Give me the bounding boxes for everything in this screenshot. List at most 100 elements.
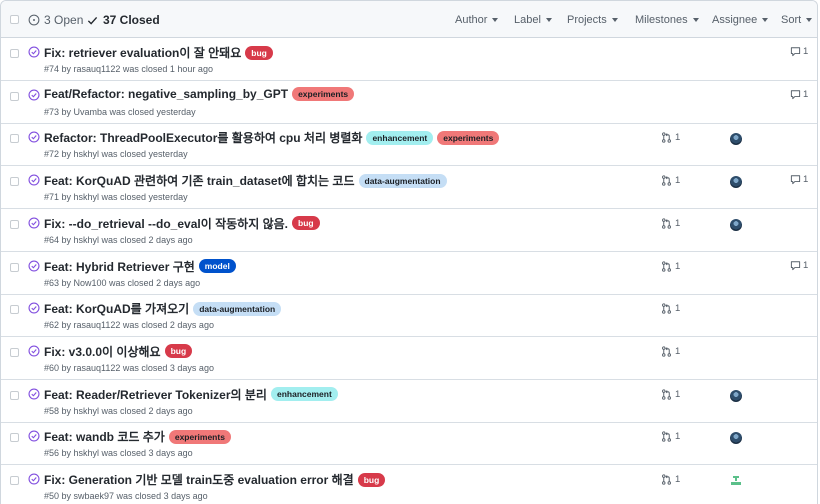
issue-row[interactable]: Feat: wandb 코드 추가 experiments #56 by hskhy… xyxy=(1,422,817,466)
chevron-down-icon xyxy=(762,18,769,22)
issue-label-enhancement[interactable]: enhancement xyxy=(366,130,434,145)
closed-issue-icon xyxy=(28,430,40,442)
issue-label-enhancement[interactable]: enhancement xyxy=(270,387,338,402)
issue-row[interactable]: Feat: Reader/Retriever Tokenizer의 분리 enha… xyxy=(1,380,817,423)
issue-label-bug[interactable]: bug xyxy=(164,344,193,359)
linked-pr[interactable]: 1 xyxy=(661,132,680,143)
pull-request-icon xyxy=(662,431,671,442)
issue-checkbox[interactable] xyxy=(10,49,19,58)
open-issue-icon xyxy=(28,14,40,26)
linked-pr[interactable]: 1 xyxy=(661,175,680,186)
issue-meta: #71 by hskhyl was closed yesterday xyxy=(44,192,188,203)
issues-list-header: 3 Open 37 Closed Author Label Projects M… xyxy=(1,1,817,38)
issue-title[interactable]: Feat/Refactor: negative_sampling_by_GPT xyxy=(44,87,288,101)
assignee-avatar[interactable] xyxy=(730,218,742,231)
comments-link[interactable]: 1 xyxy=(790,89,808,100)
issue-label-bug[interactable]: bug xyxy=(245,45,273,60)
filter-author[interactable]: Author xyxy=(455,14,499,26)
select-all-checkbox[interactable] xyxy=(10,15,19,24)
issue-title-line: Feat: KorQuAD 관련하여 기존 train_dataset에 합치는… xyxy=(44,172,447,189)
issue-checkbox[interactable] xyxy=(10,305,19,315)
filter-assignee[interactable]: Assignee xyxy=(712,14,769,26)
linked-pr-count: 1 xyxy=(675,260,681,272)
issue-row[interactable]: Feat: KorQuAD 관련하여 기존 train_dataset에 합치는… xyxy=(1,166,817,210)
issue-checkbox[interactable] xyxy=(10,219,19,229)
comments-link[interactable]: 1 xyxy=(790,46,808,57)
issue-checkbox[interactable] xyxy=(10,177,19,187)
linked-pr-count: 1 xyxy=(675,217,681,229)
linked-pr[interactable]: 1 xyxy=(661,218,680,229)
issue-label-data-augmentation[interactable]: data-augmentation xyxy=(193,301,282,316)
linked-pr-count: 1 xyxy=(675,431,681,443)
issue-title[interactable]: Fix: v3.0.0이 이상해요 xyxy=(44,343,161,360)
issue-row[interactable]: Feat/Refactor: negative_sampling_by_GPT e… xyxy=(1,81,817,124)
linked-pr[interactable]: 1 xyxy=(661,389,680,400)
closed-issue-icon xyxy=(28,345,40,357)
issue-checkbox[interactable] xyxy=(10,262,19,272)
assignee-avatar[interactable] xyxy=(730,389,742,402)
issue-checkbox[interactable] xyxy=(10,91,19,101)
assignee-avatar[interactable] xyxy=(730,475,742,487)
issue-row[interactable]: Feat: Hybrid Retriever 구현 model #63 by Now… xyxy=(1,252,817,295)
issue-row[interactable]: Fix: v3.0.0이 이상해요 bug #60 by rasauq1122 wa… xyxy=(1,337,817,380)
issue-checkbox[interactable] xyxy=(10,433,19,443)
issue-checkbox[interactable] xyxy=(10,347,19,357)
linked-pr[interactable]: 1 xyxy=(661,431,680,442)
open-issues-tab[interactable]: 3 Open xyxy=(28,13,83,27)
issue-checkbox[interactable] xyxy=(10,134,19,144)
issue-row[interactable]: Fix: Generation 기반 모델 train도중 evaluation… xyxy=(1,465,817,504)
assignee-avatar[interactable] xyxy=(730,133,742,146)
chevron-down-icon xyxy=(492,18,499,22)
issue-title[interactable]: Fix: retriever evaluation이 잘 안돼요 xyxy=(44,44,241,61)
issue-row[interactable]: Fix: retriever evaluation이 잘 안돼요 bug #74 b… xyxy=(1,38,817,81)
pull-request-icon xyxy=(662,175,671,186)
chevron-down-icon xyxy=(545,18,552,22)
linked-pr[interactable]: 1 xyxy=(661,261,680,272)
filter-sort-label: Sort xyxy=(781,14,802,26)
issue-label-bug[interactable]: bug xyxy=(357,472,386,487)
comment-count: 1 xyxy=(803,46,809,57)
filter-label[interactable]: Label xyxy=(514,14,552,26)
issue-label-experiments[interactable]: experiments xyxy=(292,86,355,101)
issue-checkbox[interactable] xyxy=(10,476,19,485)
issue-title[interactable]: Refactor: ThreadPoolExecutor를 활용하여 cpu 처… xyxy=(44,129,362,146)
issue-label-model[interactable]: model xyxy=(198,259,236,273)
issue-label-experiments[interactable]: experiments xyxy=(437,130,500,145)
filter-milestones[interactable]: Milestones xyxy=(635,14,699,26)
assignee-avatar[interactable] xyxy=(730,176,742,189)
filter-projects[interactable]: Projects xyxy=(567,14,618,26)
issue-checkbox[interactable] xyxy=(10,390,19,400)
issue-title-line: Fix: retriever evaluation이 잘 안돼요 bug xyxy=(44,44,273,61)
linked-pr[interactable]: 1 xyxy=(661,474,680,485)
assignee-avatar[interactable] xyxy=(730,432,742,445)
issue-row[interactable]: Feat: KorQuAD를 가져오기 data-augmentation #62 … xyxy=(1,294,817,338)
comments-link[interactable]: 1 xyxy=(790,174,808,185)
issue-title[interactable]: Feat: Hybrid Retriever 구현 xyxy=(44,258,195,275)
issue-title-line: Feat: wandb 코드 추가 experiments xyxy=(44,428,231,445)
chevron-down-icon xyxy=(692,18,699,22)
issue-title[interactable]: Feat: wandb 코드 추가 xyxy=(44,428,165,445)
issue-row[interactable]: Fix: --do_retrieval --do_eval이 작동하지 않음. b… xyxy=(1,209,817,252)
issue-label-bug[interactable]: bug xyxy=(292,216,320,231)
issue-label-data-augmentation[interactable]: data-augmentation xyxy=(358,173,447,188)
closed-issue-icon xyxy=(28,131,40,143)
issue-title[interactable]: Fix: Generation 기반 모델 train도중 evaluation… xyxy=(44,471,354,488)
issue-title[interactable]: Feat: Reader/Retriever Tokenizer의 분리 xyxy=(44,386,267,403)
issue-title-line: Fix: --do_retrieval --do_eval이 작동하지 않음. b… xyxy=(44,215,320,232)
filter-sort[interactable]: Sort xyxy=(781,14,813,26)
closed-issues-tab[interactable]: 37 Closed xyxy=(87,13,160,27)
issue-meta: #58 by hskhyl was closed 2 days ago xyxy=(44,405,193,416)
issue-title[interactable]: Fix: --do_retrieval --do_eval이 작동하지 않음. xyxy=(44,215,288,232)
linked-pr[interactable]: 1 xyxy=(661,303,680,314)
comments-link[interactable]: 1 xyxy=(790,260,808,271)
issue-row[interactable]: Refactor: ThreadPoolExecutor를 활용하여 cpu 처… xyxy=(1,123,817,167)
issue-label-experiments[interactable]: experiments xyxy=(168,429,231,444)
pull-request-icon xyxy=(662,218,671,229)
issue-title-line: Feat: Hybrid Retriever 구현 model xyxy=(44,258,236,275)
issue-title[interactable]: Feat: KorQuAD를 가져오기 xyxy=(44,300,189,317)
linked-pr-count: 1 xyxy=(675,175,681,187)
linked-pr[interactable]: 1 xyxy=(661,346,680,357)
closed-issue-icon xyxy=(28,302,40,314)
linked-pr-count: 1 xyxy=(675,474,681,485)
issue-title[interactable]: Feat: KorQuAD 관련하여 기존 train_dataset에 합치는… xyxy=(44,172,355,189)
